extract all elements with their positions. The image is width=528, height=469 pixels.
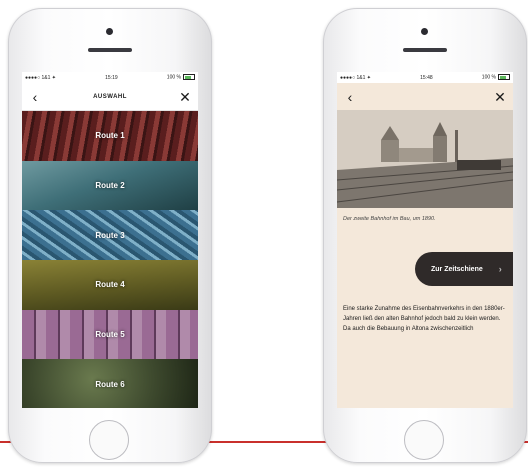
photo-caption: Der zweite Bahnhof im Bau, um 1890.: [343, 216, 436, 222]
earpiece-speaker: [403, 48, 447, 52]
back-chevron-icon[interactable]: ‹: [28, 90, 42, 104]
nav-bar: ‹ AUSWAHL ✕: [22, 83, 198, 111]
status-time: 15:48: [420, 74, 433, 81]
phone-right: ●●●●○ 1&1 ✦ 15:48 100 % ‹ ✕ Der zweite B…: [323, 8, 527, 463]
home-button[interactable]: [89, 420, 129, 460]
route-label: Route 4: [95, 280, 125, 290]
front-camera: [106, 28, 113, 35]
status-bar: ●●●●○ 1&1 ✦ 15:19 100 %: [22, 72, 198, 83]
route-label: Route 5: [95, 330, 125, 340]
nav-bar: ‹ ✕: [337, 83, 513, 110]
home-button[interactable]: [404, 420, 444, 460]
back-chevron-icon[interactable]: ‹: [343, 90, 357, 104]
route-item-4[interactable]: Route 4: [22, 260, 198, 310]
route-item-2[interactable]: Route 2: [22, 160, 198, 211]
status-bar: ●●●●○ 1&1 ✦ 15:48 100 %: [337, 72, 513, 83]
route-label: Route 6: [95, 379, 125, 389]
carrier-signal: ●●●●○ 1&1 ✦: [340, 74, 371, 81]
station-illustration: [337, 110, 513, 208]
cta-row: Zur Zeitschiene ›: [337, 248, 513, 290]
page-title: AUSWAHL: [93, 93, 127, 100]
earpiece-speaker: [88, 48, 132, 52]
battery-icon: [182, 74, 195, 81]
front-camera: [421, 28, 428, 35]
phone-left: ●●●●○ 1&1 ✦ 15:19 100 % ‹ AUSWAHL ✕ Rout…: [8, 8, 212, 463]
route-item-6[interactable]: Route 6: [22, 359, 198, 408]
battery-status: 100 %: [167, 74, 195, 81]
route-item-1[interactable]: Route 1: [22, 111, 198, 161]
route-item-5[interactable]: Route 5: [22, 309, 198, 360]
route-selection-screen: ●●●●○ 1&1 ✦ 15:19 100 % ‹ AUSWAHL ✕ Rout…: [22, 72, 198, 408]
status-time: 15:19: [105, 74, 118, 81]
battery-status: 100 %: [482, 74, 510, 81]
detail-screen: ●●●●○ 1&1 ✦ 15:48 100 % ‹ ✕ Der zweite B…: [337, 72, 513, 408]
battery-icon: [497, 74, 510, 81]
route-list: Route 1 Route 2 Route 3 Route 4 Route 5 …: [22, 111, 198, 408]
route-label: Route 1: [95, 131, 125, 141]
close-icon[interactable]: ✕: [178, 90, 192, 104]
chevron-right-icon: ›: [498, 264, 502, 274]
carrier-signal: ●●●●○ 1&1 ✦: [25, 74, 56, 81]
article-body: Eine starke Zunahme des Eisenbahnverkehr…: [337, 290, 513, 408]
timeline-button-label: Zur Zeitschiene: [431, 265, 483, 273]
close-icon[interactable]: ✕: [493, 90, 507, 104]
route-label: Route 3: [95, 230, 125, 240]
route-label: Route 2: [95, 181, 125, 190]
route-item-3[interactable]: Route 3: [22, 210, 198, 261]
historic-station-photo: [337, 110, 513, 208]
timeline-button[interactable]: Zur Zeitschiene ›: [415, 252, 513, 286]
